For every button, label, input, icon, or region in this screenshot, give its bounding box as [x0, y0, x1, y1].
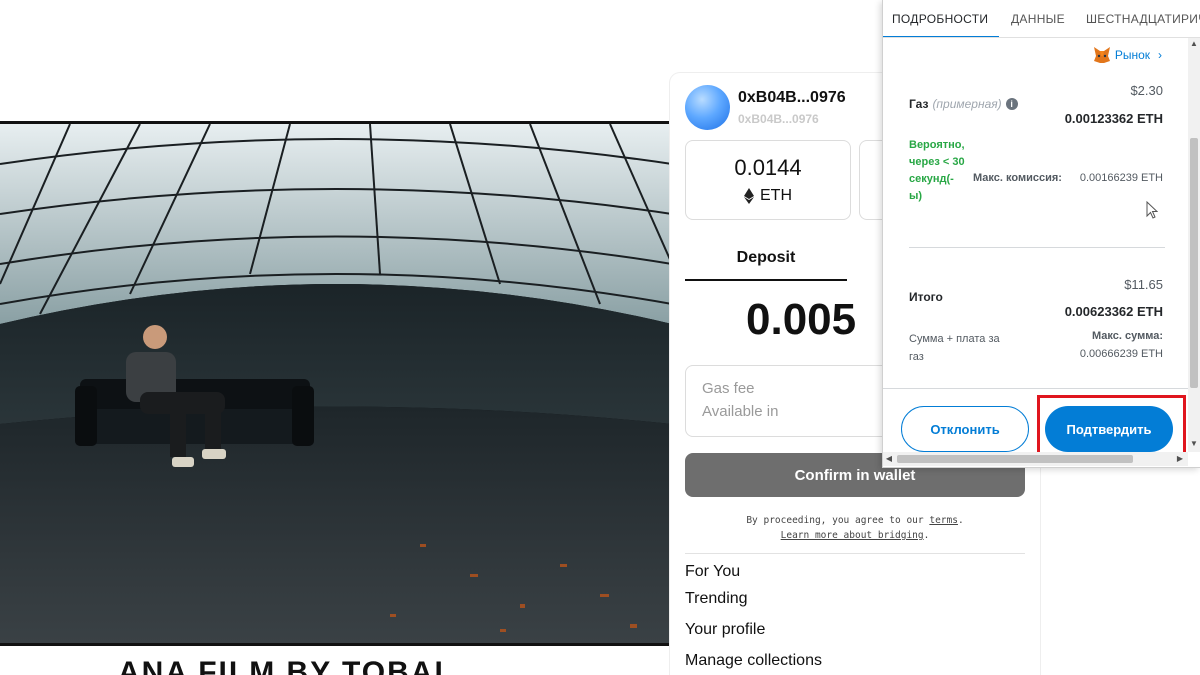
tab-details[interactable]: ПОДРОБНОСТИ [892, 12, 988, 26]
mouse-cursor-icon [1146, 201, 1158, 219]
metamask-fox-icon [1093, 47, 1110, 63]
scroll-up-icon[interactable]: ▲ [1188, 38, 1200, 50]
divider [909, 247, 1165, 248]
info-icon[interactable]: i [1005, 98, 1018, 110]
nav-for-you[interactable]: For You [685, 563, 822, 581]
likely-time-text: Вероятно, через < 30 секунд(-ы) [909, 139, 965, 202]
vertical-scroll-thumb[interactable] [1190, 138, 1198, 388]
active-tab-indicator [883, 36, 999, 37]
learn-more-link[interactable]: Learn more about bridging [781, 530, 924, 541]
reject-button[interactable]: Отклонить [901, 406, 1029, 452]
total-eth: 0.00623362 ETH [1064, 304, 1163, 319]
learn-suffix: . [923, 530, 930, 541]
video-player[interactable] [0, 121, 672, 646]
max-sum-value: 0.00666239 ETH [1079, 348, 1163, 360]
vertical-scrollbar[interactable]: ▲ ▼ [1188, 38, 1200, 452]
video-title-text: ANA FILM BY TOBAL [118, 658, 455, 675]
max-sum-label: Макс. сумма: [1091, 330, 1163, 342]
terms-prefix: By proceeding, you agree to our [746, 515, 930, 526]
chevron-right-icon: › [1158, 48, 1162, 62]
balance-card[interactable]: 0.0144 ETH [685, 140, 851, 220]
horizontal-scrollbar[interactable]: ◀ ▶ [883, 452, 1188, 466]
max-fee-label: Макс. комиссия: [973, 172, 1062, 184]
market-link[interactable]: Рынок › [1093, 46, 1162, 64]
account-address: 0xB04B...0976 [738, 112, 819, 126]
terms-text: By proceeding, you agree to our terms. L… [685, 513, 1025, 543]
gas-label: Газ (примерная) i [909, 97, 1018, 111]
gas-label-text: Газ [909, 97, 929, 111]
balance-value: 0.0144 [734, 155, 802, 180]
sum-plus-gas-label: Сумма + плата за газ [909, 333, 1000, 363]
account-avatar [685, 85, 730, 130]
tab-data[interactable]: ДАННЫЕ [1011, 12, 1065, 26]
gas-usd: $2.30 [1130, 83, 1163, 98]
terms-link[interactable]: terms [929, 515, 958, 526]
account-header[interactable]: 0xB04B...0976 0xB04B...0976 [685, 85, 846, 130]
metamask-tabs: ПОДРОБНОСТИ ДАННЫЕ ШЕСТНАДЦАТИРИЧНЫЙ [883, 0, 1200, 38]
account-name: 0xB04B...0976 [738, 89, 846, 106]
tab-hex[interactable]: ШЕСТНАДЦАТИРИЧНЫЙ [1086, 12, 1200, 26]
divider [685, 553, 1025, 554]
video-frame [0, 124, 672, 643]
max-fee-value: 0.00166239 ETH [1079, 172, 1163, 184]
horizontal-scroll-thumb[interactable] [897, 455, 1133, 463]
total-label: Итого [909, 290, 943, 304]
gas-estimated-text: (примерная) [932, 97, 1002, 111]
nav-menu: For You Trending Your profile Manage col… [685, 563, 822, 670]
nav-trending[interactable]: Trending [685, 590, 822, 608]
eth-icon [744, 188, 754, 204]
tab-deposit[interactable]: Deposit [685, 243, 847, 281]
nav-your-profile[interactable]: Your profile [685, 621, 822, 639]
balance-unit: ETH [760, 187, 792, 204]
scroll-left-icon[interactable]: ◀ [883, 452, 895, 466]
terms-suffix: . [957, 515, 964, 526]
deposit-amount[interactable]: 0.005 [746, 295, 856, 345]
nav-manage-collections[interactable]: Manage collections [685, 652, 822, 670]
footer-divider [883, 388, 1189, 389]
market-label: Рынок [1114, 48, 1150, 62]
total-usd: $11.65 [1124, 277, 1163, 292]
scroll-down-icon[interactable]: ▼ [1188, 438, 1200, 450]
gas-eth: 0.00123362 ETH [1064, 111, 1163, 126]
scroll-right-icon[interactable]: ▶ [1174, 452, 1186, 466]
